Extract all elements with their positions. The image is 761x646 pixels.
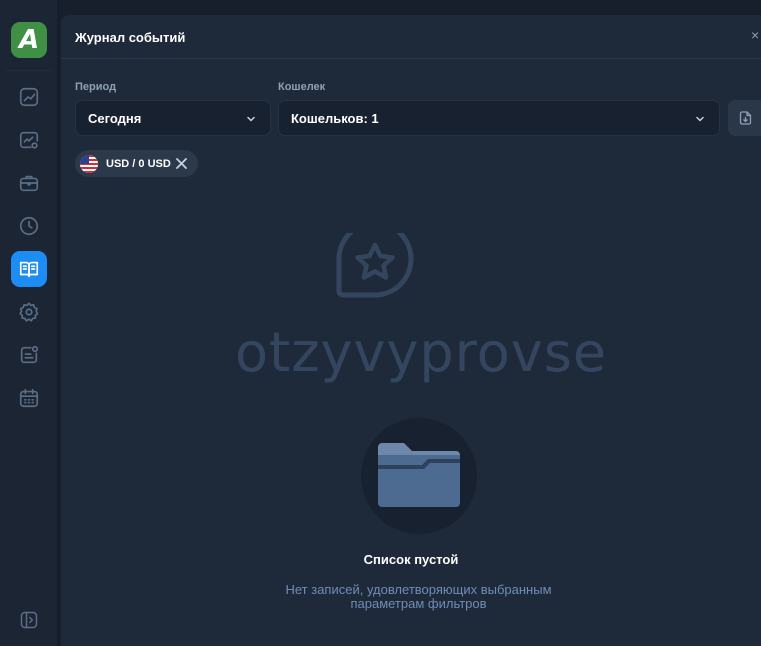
remove-filter-icon[interactable]	[175, 157, 188, 170]
clock-icon	[19, 216, 39, 236]
gear-icon	[19, 302, 39, 322]
calendar-icon	[19, 388, 39, 408]
sidebar-item-settings[interactable]	[11, 294, 47, 330]
open-book-icon	[19, 261, 39, 278]
currency-filter-chip[interactable]: USD / 0 USD	[75, 150, 198, 177]
chart-icon	[19, 87, 39, 107]
file-export-icon	[739, 111, 752, 125]
sidebar-item-monitoring[interactable]	[11, 122, 47, 158]
sidebar-item-event-log[interactable]	[11, 251, 47, 287]
sidebar-item-history[interactable]	[11, 208, 47, 244]
wallet-select[interactable]: Кошельков: 1	[278, 100, 720, 136]
sidebar-expand-icon	[20, 611, 38, 629]
watermark: otzyvyprovse	[235, 233, 608, 403]
sidebar: A	[0, 0, 57, 646]
chevron-down-icon	[696, 116, 704, 122]
panel-header: Журнал событий ×	[61, 15, 761, 59]
event-log-panel: Журнал событий × Период Сегодня Кошелек …	[61, 15, 761, 646]
empty-state-illustration	[361, 418, 477, 534]
note-icon	[20, 345, 39, 364]
period-value: Сегодня	[88, 110, 142, 126]
currency-chip-label: USD / 0 USD	[106, 157, 171, 170]
sidebar-item-notes[interactable]	[11, 337, 47, 373]
watermark-text: otzyvyprovse	[235, 321, 608, 384]
export-button[interactable]	[728, 100, 761, 136]
monitor-chart-icon	[19, 131, 39, 149]
sidebar-item-statistics[interactable]	[11, 79, 47, 115]
watermark-logo-icon	[336, 233, 414, 298]
empty-state-title: Список пустой	[363, 552, 459, 567]
period-label: Период	[75, 81, 117, 93]
sidebar-item-portfolio[interactable]	[11, 165, 47, 201]
wallet-label: Кошелек	[278, 81, 326, 93]
app-logo[interactable]: A	[11, 22, 47, 58]
sidebar-divider	[6, 70, 52, 71]
briefcase-icon	[19, 175, 39, 192]
wallet-value: Кошельков: 1	[291, 110, 379, 126]
us-flag-icon	[80, 154, 98, 173]
panel-title: Журнал событий	[75, 30, 186, 45]
empty-state-description: Нет записей, удовлетворяющих выбранным п…	[285, 582, 552, 611]
period-select[interactable]: Сегодня	[75, 100, 271, 136]
sidebar-collapse-button[interactable]	[17, 608, 41, 632]
logo-letter: A	[18, 25, 40, 55]
folder-icon	[378, 443, 460, 507]
chevron-down-icon	[247, 116, 255, 122]
close-button[interactable]: ×	[751, 27, 761, 43]
sidebar-item-calendar[interactable]	[11, 380, 47, 416]
